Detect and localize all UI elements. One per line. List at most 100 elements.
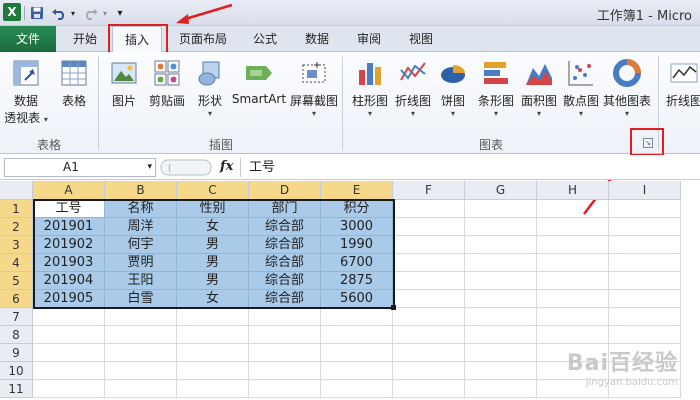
cell-c2[interactable]: 女 bbox=[177, 218, 249, 236]
shapes-button[interactable]: 形状 ▾ bbox=[192, 56, 228, 119]
cell-f3[interactable] bbox=[393, 236, 465, 254]
cell-b5[interactable]: 王阳 bbox=[105, 272, 177, 290]
excel-logo-icon[interactable]: X bbox=[3, 3, 21, 21]
cell-b6[interactable]: 白雪 bbox=[105, 290, 177, 308]
cell-e2[interactable]: 3000 bbox=[321, 218, 393, 236]
cell-i2[interactable] bbox=[609, 218, 681, 236]
cell-b2[interactable]: 周洋 bbox=[105, 218, 177, 236]
tab-formulas[interactable]: 公式 bbox=[242, 26, 288, 52]
cell-g9[interactable] bbox=[465, 344, 537, 362]
cell-c10[interactable] bbox=[177, 362, 249, 380]
cell-g8[interactable] bbox=[465, 326, 537, 344]
row-header-2[interactable]: 2 bbox=[0, 218, 33, 236]
cell-e7[interactable] bbox=[321, 308, 393, 326]
row-header-6[interactable]: 6 bbox=[0, 290, 33, 308]
cell-b3[interactable]: 何宇 bbox=[105, 236, 177, 254]
cell-d10[interactable] bbox=[249, 362, 321, 380]
cell-i7[interactable] bbox=[609, 308, 681, 326]
cell-h2[interactable] bbox=[537, 218, 609, 236]
line-chart-button[interactable]: 折线图 ▾ bbox=[392, 56, 434, 119]
column-header-i[interactable]: I bbox=[609, 181, 681, 200]
row-header-8[interactable]: 8 bbox=[0, 326, 33, 344]
save-icon[interactable] bbox=[29, 4, 45, 22]
pie-chart-button[interactable]: 饼图 ▾ bbox=[436, 56, 470, 119]
cell-h8[interactable] bbox=[537, 326, 609, 344]
cell-d6[interactable]: 综合部 bbox=[249, 290, 321, 308]
row-header-1[interactable]: 1 bbox=[0, 200, 33, 218]
sparkline-line-button[interactable]: 折线图 bbox=[664, 56, 700, 109]
cell-f4[interactable] bbox=[393, 254, 465, 272]
cell-a2[interactable]: 201901 bbox=[33, 218, 105, 236]
cell-d11[interactable] bbox=[249, 380, 321, 398]
clipart-button[interactable]: 剪贴画 bbox=[146, 56, 188, 109]
cell-f7[interactable] bbox=[393, 308, 465, 326]
cell-a10[interactable] bbox=[33, 362, 105, 380]
cell-h5[interactable] bbox=[537, 272, 609, 290]
smartart-button[interactable]: SmartArt bbox=[232, 56, 286, 106]
cell-d7[interactable] bbox=[249, 308, 321, 326]
cell-c7[interactable] bbox=[177, 308, 249, 326]
cell-e1[interactable]: 积分 bbox=[321, 200, 393, 218]
cell-e6[interactable]: 5600 bbox=[321, 290, 393, 308]
row-header-3[interactable]: 3 bbox=[0, 236, 33, 254]
redo-icon[interactable] bbox=[82, 4, 100, 22]
cell-c6[interactable]: 女 bbox=[177, 290, 249, 308]
fill-handle[interactable] bbox=[391, 305, 396, 310]
cell-d3[interactable]: 综合部 bbox=[249, 236, 321, 254]
cell-d9[interactable] bbox=[249, 344, 321, 362]
undo-icon[interactable] bbox=[50, 4, 68, 22]
cell-h4[interactable] bbox=[537, 254, 609, 272]
cell-c4[interactable]: 男 bbox=[177, 254, 249, 272]
customize-qat-icon[interactable]: ▾ bbox=[114, 4, 126, 22]
cell-f9[interactable] bbox=[393, 344, 465, 362]
cell-e11[interactable] bbox=[321, 380, 393, 398]
cell-i6[interactable] bbox=[609, 290, 681, 308]
row-header-5[interactable]: 5 bbox=[0, 272, 33, 290]
cell-e10[interactable] bbox=[321, 362, 393, 380]
cell-e5[interactable]: 2875 bbox=[321, 272, 393, 290]
table-button[interactable]: 表格 bbox=[56, 56, 92, 109]
cell-g4[interactable] bbox=[465, 254, 537, 272]
column-header-f[interactable]: F bbox=[393, 181, 465, 200]
cell-i8[interactable] bbox=[609, 326, 681, 344]
cell-f2[interactable] bbox=[393, 218, 465, 236]
tab-review[interactable]: 审阅 bbox=[346, 26, 392, 52]
cell-b11[interactable] bbox=[105, 380, 177, 398]
tab-view[interactable]: 视图 bbox=[398, 26, 444, 52]
cell-d8[interactable] bbox=[249, 326, 321, 344]
cell-a9[interactable] bbox=[33, 344, 105, 362]
row-header-11[interactable]: 11 bbox=[0, 380, 33, 398]
column-header-g[interactable]: G bbox=[465, 181, 537, 200]
cell-g7[interactable] bbox=[465, 308, 537, 326]
formula-input[interactable]: 工号 bbox=[240, 158, 695, 177]
cell-e9[interactable] bbox=[321, 344, 393, 362]
cell-a3[interactable]: 201902 bbox=[33, 236, 105, 254]
pivot-table-button[interactable]: 数据 透视表 ▾ bbox=[4, 56, 48, 126]
cell-g6[interactable] bbox=[465, 290, 537, 308]
undo-dropdown-icon[interactable]: ▾ bbox=[68, 4, 78, 22]
cell-f1[interactable] bbox=[393, 200, 465, 218]
tab-home[interactable]: 开始 bbox=[62, 26, 108, 52]
cell-h7[interactable] bbox=[537, 308, 609, 326]
other-charts-button[interactable]: 其他图表 ▾ bbox=[600, 56, 654, 119]
cell-f8[interactable] bbox=[393, 326, 465, 344]
column-chart-button[interactable]: 柱形图 ▾ bbox=[348, 56, 392, 119]
cell-a7[interactable] bbox=[33, 308, 105, 326]
screenshot-button[interactable]: 屏幕截图 ▾ bbox=[288, 56, 340, 119]
cell-f11[interactable] bbox=[393, 380, 465, 398]
row-header-9[interactable]: 9 bbox=[0, 344, 33, 362]
cell-b4[interactable]: 贾明 bbox=[105, 254, 177, 272]
tab-data[interactable]: 数据 bbox=[294, 26, 340, 52]
name-box[interactable]: A1 ▾ bbox=[4, 158, 156, 177]
cell-c1[interactable]: 性别 bbox=[177, 200, 249, 218]
cell-g2[interactable] bbox=[465, 218, 537, 236]
row-header-4[interactable]: 4 bbox=[0, 254, 33, 272]
column-header-a[interactable]: A bbox=[33, 181, 105, 200]
cell-e4[interactable]: 6700 bbox=[321, 254, 393, 272]
cell-g11[interactable] bbox=[465, 380, 537, 398]
formula-bar-resize-handle[interactable]: ( bbox=[160, 159, 214, 176]
insert-function-icon[interactable]: fx bbox=[220, 159, 233, 174]
cell-g5[interactable] bbox=[465, 272, 537, 290]
cell-a8[interactable] bbox=[33, 326, 105, 344]
cell-g1[interactable] bbox=[465, 200, 537, 218]
